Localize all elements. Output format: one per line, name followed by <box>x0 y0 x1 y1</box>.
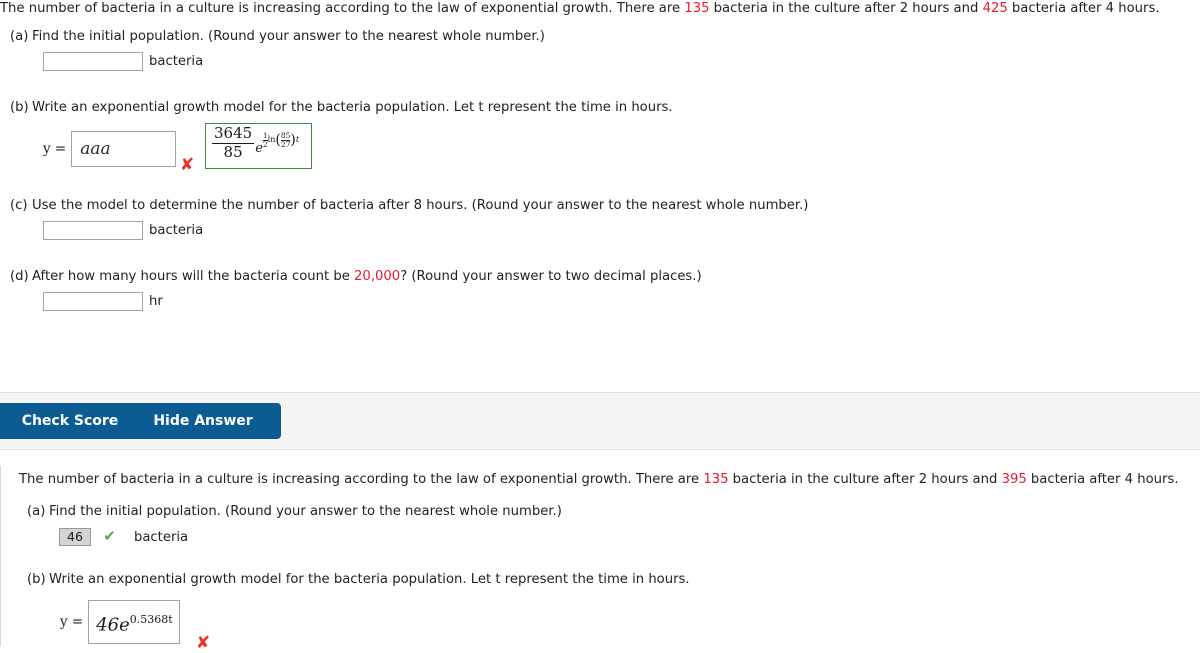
correct-answer-icon: ✔ <box>103 527 116 545</box>
part-d-answer-input[interactable] <box>43 292 143 311</box>
part-b-prompt: (b) Write an exponential growth model for… <box>10 100 673 115</box>
problem-two-stem: The number of bacteria in a culture is i… <box>19 472 1179 487</box>
stem-two-text-middle: bacteria in the culture after 2 hours an… <box>728 472 1002 487</box>
part-b-answer-row: y = aaa ✘ <box>43 131 194 174</box>
part-a-answer-row: bacteria <box>43 52 203 71</box>
wrong-answer-icon: ✘ <box>180 155 195 175</box>
problem-two-part-a-answer-row: 46 ✔ bacteria <box>59 528 188 546</box>
hide-answer-button[interactable]: Hide Answer <box>125 403 281 439</box>
part-d-text-lead: After how many hours will the bacteria c… <box>32 269 355 284</box>
problem-two-part-b-answer-row: y = 46e0.5368t ✘ <box>60 600 210 652</box>
part-b-text: Write an exponential growth model for th… <box>32 100 673 115</box>
exponent-expression: 1 2 ln(85 27)t <box>262 131 300 149</box>
open-paren: ( <box>275 132 281 149</box>
stem-two-text-lead: The number of bacteria in a culture is i… <box>19 472 704 487</box>
log-argument-denominator: 27 <box>280 139 291 149</box>
part-c-unit-label: bacteria <box>149 223 204 238</box>
part-a-label: (a) <box>10 29 29 44</box>
euler-base: e <box>255 140 263 156</box>
stem-two-value-first: 135 <box>703 472 729 487</box>
stem-two-text-tail: bacteria after 4 hours. <box>1026 472 1179 487</box>
part-c-prompt: (c) Use the model to determine the number… <box>10 198 808 213</box>
stem-two-value-second: 395 <box>1001 472 1027 487</box>
part-a-unit-label: bacteria <box>149 54 204 69</box>
part-b-equation-prefix: y = <box>43 141 67 157</box>
stem-text-tail: bacteria after 4 hours. <box>1007 1 1160 16</box>
part-d-text-tail: ? (Round your answer to two decimal plac… <box>400 269 702 284</box>
stem-text-middle: bacteria in the culture after 2 hours an… <box>709 1 983 16</box>
part-a-text: Find the initial population. (Round your… <box>32 29 545 44</box>
stem-value-second: 425 <box>982 1 1008 16</box>
part-d-answer-row: hr <box>43 292 163 311</box>
stem-text-lead: The number of bacteria in a culture is i… <box>0 1 685 16</box>
part-d-label: (d) <box>10 269 29 284</box>
problem-two-part-a-text: Find the initial population. (Round your… <box>49 504 562 519</box>
part-c-answer-row: bacteria <box>43 221 203 240</box>
problem-two-part-b-equation-prefix: y = <box>60 614 84 630</box>
part-d-unit-label: hr <box>149 294 163 309</box>
part-c-text: Use the model to determine the number of… <box>32 198 809 213</box>
part-b-label: (b) <box>10 100 29 115</box>
part-a-prompt: (a) Find the initial population. (Round y… <box>10 29 545 44</box>
problem-two-part-a-answer-value: 46 <box>59 528 91 546</box>
part-d-target-value: 20,000 <box>354 269 401 284</box>
action-button-bar: Check Score Hide Answer <box>0 392 1200 450</box>
exponent-variable: t <box>295 135 300 145</box>
correct-answer-coefficient-fraction: 3645 85 <box>212 124 255 161</box>
problem-two-part-b-answer-box[interactable]: 46e0.5368t <box>88 600 181 644</box>
part-b-answer-input[interactable]: aaa <box>71 131 177 167</box>
natural-log-symbol: ln <box>267 135 276 145</box>
part-a-answer-input[interactable] <box>43 52 143 71</box>
stem-value-first: 135 <box>684 1 710 16</box>
problem-two-part-a-unit-label: bacteria <box>133 529 189 545</box>
fraction-denominator: 85 <box>223 142 243 161</box>
problem-two-part-b-text: Write an exponential growth model for th… <box>49 572 690 587</box>
problem-two-part-a-prompt: (a) Find the initial population. (Round y… <box>27 504 562 519</box>
answer-base: 46e <box>96 614 130 636</box>
log-argument-fraction: 85 27 <box>280 131 291 149</box>
problem-two: The number of bacteria in a culture is i… <box>0 466 1200 652</box>
part-c-answer-input[interactable] <box>43 221 143 240</box>
part-b-correct-answer-box: 3645 85 e 1 2 ln(85 27)t <box>205 123 312 169</box>
problem-two-part-a-label: (a) <box>27 504 46 519</box>
fraction-numerator: 3645 <box>214 124 253 142</box>
part-d-prompt: (d) After how many hours will the bacteri… <box>10 269 702 284</box>
answer-exponent: 0.5368t <box>129 613 173 626</box>
problem-two-part-b-label: (b) <box>27 572 46 587</box>
problem-two-part-b-prompt: (b) Write an exponential growth model for… <box>27 572 690 587</box>
close-paren: ) <box>290 132 296 149</box>
check-score-button[interactable]: Check Score <box>0 403 145 439</box>
problem-one-stem: The number of bacteria in a culture is i… <box>0 1 1160 16</box>
wrong-answer-icon: ✘ <box>196 633 211 653</box>
log-argument-numerator: 85 <box>280 131 291 141</box>
part-c-label: (c) <box>10 198 28 213</box>
